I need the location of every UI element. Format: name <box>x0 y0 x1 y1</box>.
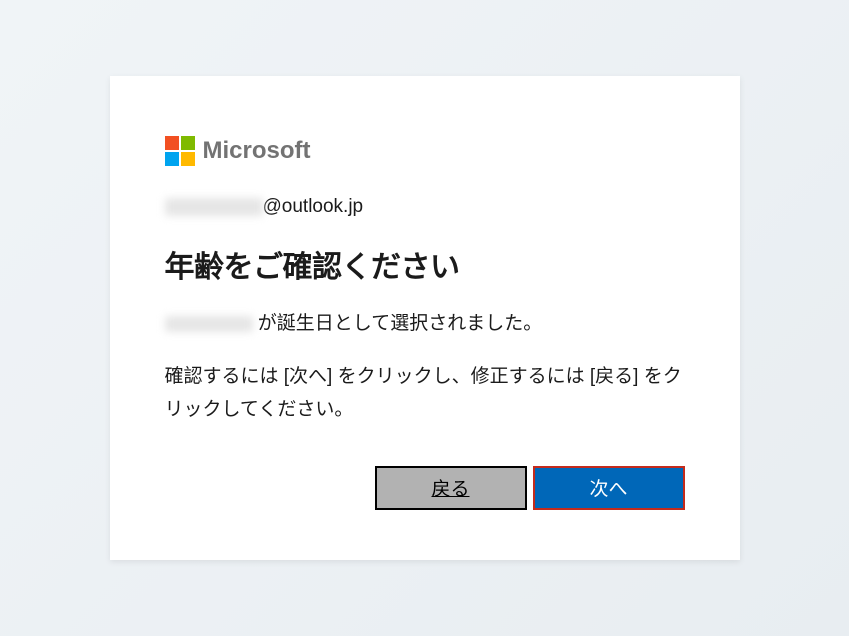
birthday-suffix: が誕生日として選択されました。 <box>253 313 543 334</box>
button-row: 戻る 次へ <box>165 466 685 510</box>
dialog-title: 年齢をご確認ください <box>165 242 685 286</box>
redacted-username <box>165 198 263 216</box>
instruction-text: 確認するには [次へ] をクリックし、修正するには [戻る] をクリックしてくだ… <box>165 361 685 426</box>
age-confirmation-dialog: Microsoft @outlook.jp 年齢をご確認ください が誕生日として… <box>110 76 740 560</box>
next-button[interactable]: 次へ <box>533 466 685 510</box>
brand-header: Microsoft <box>165 136 685 166</box>
email-domain: @outlook.jp <box>263 196 364 217</box>
brand-name: Microsoft <box>203 137 311 165</box>
microsoft-logo-icon <box>165 136 195 166</box>
birthday-line: が誕生日として選択されました。 <box>165 308 685 335</box>
redacted-birthday <box>165 316 253 332</box>
back-button[interactable]: 戻る <box>375 466 527 510</box>
account-email: @outlook.jp <box>165 196 685 218</box>
